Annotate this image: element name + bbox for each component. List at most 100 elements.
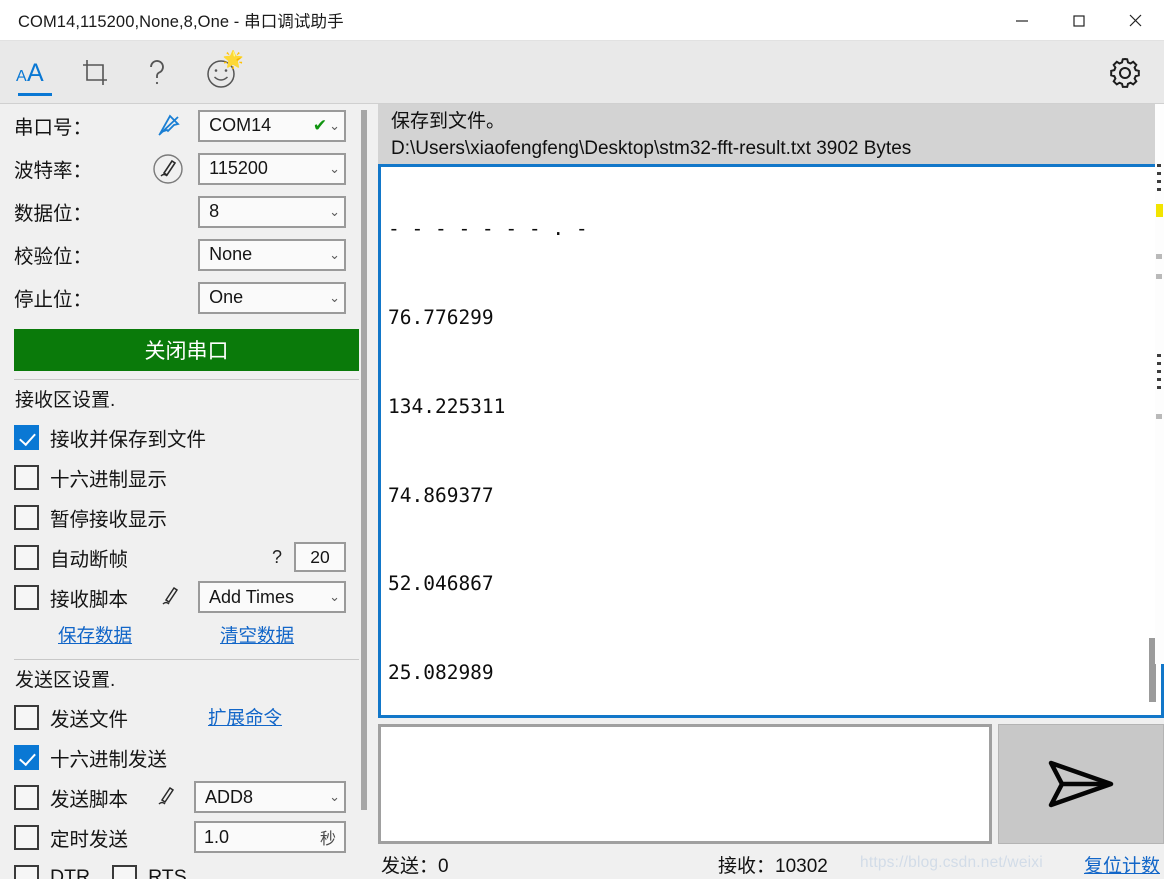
receive-links: 保存数据 清空数据 xyxy=(14,617,346,653)
checkbox-hex-display[interactable]: 十六进制显示 xyxy=(14,457,346,497)
checkbox-box[interactable] xyxy=(14,705,39,730)
close-button[interactable] xyxy=(1107,0,1164,41)
font-size-icon[interactable]: A A xyxy=(8,41,62,104)
receive-section-title: 接收区设置. xyxy=(15,385,346,412)
checkbox-auto-frame[interactable]: 自动断帧 ? 20 xyxy=(14,537,346,577)
receive-textarea[interactable]: - - - - - - - . - 76.776299 134.225311 7… xyxy=(378,164,1164,718)
send-script-value: ADD8 xyxy=(205,787,327,808)
toolbar: A A 🌟 xyxy=(0,41,1164,104)
sun-badge-icon: 🌟 xyxy=(223,51,244,68)
checkbox-box[interactable] xyxy=(14,785,39,810)
smiley-icon[interactable]: 🌟 xyxy=(192,41,250,104)
port-row: 串口号： COM14 ✔ ⌄ xyxy=(14,104,346,147)
checkbox-box[interactable] xyxy=(14,425,39,450)
chevron-down-icon: ⌄ xyxy=(329,789,340,805)
receive-partial-line: - - - - - - - . - xyxy=(388,214,1145,244)
checkbox-pause-display[interactable]: 暂停接收显示 xyxy=(14,497,346,537)
checkbox-timed-send[interactable]: 定时发送 1.0 秒 xyxy=(14,817,346,857)
pen-icon[interactable] xyxy=(144,584,198,610)
checkbox-rts[interactable] xyxy=(112,865,137,879)
checkbox-box[interactable] xyxy=(14,545,39,570)
databits-combo[interactable]: 8 ⌄ xyxy=(198,196,346,228)
send-script-combo[interactable]: ADD8 ⌄ xyxy=(194,781,346,813)
clear-data-link[interactable]: 清空数据 xyxy=(220,622,294,648)
checkbox-label: 定时发送 xyxy=(50,823,128,852)
save-data-link[interactable]: 保存数据 xyxy=(58,622,132,648)
timed-send-input[interactable]: 1.0 秒 xyxy=(194,821,346,853)
auto-frame-help-icon[interactable]: ? xyxy=(272,547,282,568)
pen-icon[interactable] xyxy=(138,151,198,187)
serial-debug-assistant-window: COM14,115200,None,8,One - 串口调试助手 A A xyxy=(0,0,1164,879)
checkbox-dtr[interactable] xyxy=(14,865,39,879)
databits-value: 8 xyxy=(209,201,327,222)
status-bar: 发送：0 接收：10302 https://blog.csdn.net/weix… xyxy=(378,849,1164,879)
dtr-label: DTR xyxy=(50,866,90,879)
svg-text:A: A xyxy=(27,59,44,87)
port-combo[interactable]: COM14 ✔ ⌄ xyxy=(198,110,346,142)
background-window-bleed xyxy=(1155,104,1164,664)
rts-label: RTS xyxy=(148,866,187,879)
checkbox-send-script[interactable]: 发送脚本 ADD8 ⌄ xyxy=(14,777,346,817)
port-value: COM14 xyxy=(209,115,311,136)
dtr-rts-row: DTR RTS xyxy=(14,857,346,879)
font-size-active-underline xyxy=(18,93,52,96)
sent-count: 发送：0 xyxy=(381,851,449,878)
save-status-text: 保存到文件。 xyxy=(391,108,1164,135)
checkbox-send-file[interactable]: 发送文件 扩展命令 xyxy=(14,697,346,737)
checkbox-box[interactable] xyxy=(14,745,39,770)
receive-script-combo[interactable]: Add Times ⌄ xyxy=(198,581,346,613)
checkbox-label: 发送脚本 xyxy=(50,783,128,812)
checkbox-hex-send[interactable]: 十六进制发送 xyxy=(14,737,346,777)
checkbox-box[interactable] xyxy=(14,465,39,490)
checkbox-label: 接收脚本 xyxy=(50,583,128,612)
maximize-button[interactable] xyxy=(1050,0,1107,41)
help-icon[interactable] xyxy=(130,41,184,104)
receive-line: 76.776299 xyxy=(388,303,1145,333)
gear-icon[interactable] xyxy=(1096,41,1154,104)
chevron-down-icon: ⌄ xyxy=(329,161,340,177)
sidebar-scrollbar[interactable] xyxy=(361,110,367,865)
baud-row: 波特率： 115200 ⌄ xyxy=(14,147,346,190)
chevron-down-icon: ⌄ xyxy=(329,247,340,263)
parity-combo[interactable]: None ⌄ xyxy=(198,239,346,271)
save-file-path-text: D:\Users\xiaofengfeng\Desktop\stm32-fft-… xyxy=(391,135,1164,162)
stopbits-combo[interactable]: One ⌄ xyxy=(198,282,346,314)
svg-text:A: A xyxy=(16,68,27,85)
chevron-down-icon: ⌄ xyxy=(329,290,340,306)
chevron-down-icon: ⌄ xyxy=(329,118,340,134)
title-bar: COM14,115200,None,8,One - 串口调试助手 xyxy=(0,0,1164,41)
receive-line: 74.869377 xyxy=(388,481,1145,511)
reset-counter-link[interactable]: 复位计数 xyxy=(1084,851,1160,878)
parity-label: 校验位： xyxy=(14,240,138,269)
checkbox-label: 自动断帧 xyxy=(50,543,128,572)
minimize-button[interactable] xyxy=(993,0,1050,41)
send-button[interactable] xyxy=(998,724,1164,844)
timed-send-unit: 秒 xyxy=(320,825,336,849)
crop-icon[interactable] xyxy=(68,41,122,104)
sidebar-scrollbar-thumb[interactable] xyxy=(361,110,367,810)
checkbox-box[interactable] xyxy=(14,825,39,850)
auto-frame-input[interactable]: 20 xyxy=(294,542,346,572)
receive-line: 52.046867 xyxy=(388,569,1145,599)
checkbox-box[interactable] xyxy=(14,585,39,610)
main-area: 保存到文件。 D:\Users\xiaofengfeng\Desktop\stm… xyxy=(378,104,1164,879)
stopbits-value: One xyxy=(209,287,327,308)
close-port-button[interactable]: 关闭串口 xyxy=(14,329,359,371)
checkbox-save-to-file[interactable]: 接收并保存到文件 xyxy=(14,417,346,457)
timed-send-value: 1.0 xyxy=(204,827,320,848)
pin-off-icon[interactable] xyxy=(138,112,198,140)
databits-row: 数据位： 8 ⌄ xyxy=(14,190,346,233)
window-title: COM14,115200,None,8,One - 串口调试助手 xyxy=(18,8,344,32)
stopbits-label: 停止位： xyxy=(14,283,138,312)
pen-icon[interactable] xyxy=(140,784,194,810)
receive-content: - - - - - - - . - 76.776299 134.225311 7… xyxy=(388,164,1145,718)
baud-combo[interactable]: 115200 ⌄ xyxy=(198,153,346,185)
checkbox-receive-script[interactable]: 接收脚本 Add Times ⌄ xyxy=(14,577,346,617)
checkbox-box[interactable] xyxy=(14,505,39,530)
port-label: 串口号： xyxy=(14,111,138,140)
checkbox-label: 十六进制显示 xyxy=(50,463,167,492)
baud-value: 115200 xyxy=(209,158,327,179)
send-input[interactable] xyxy=(378,724,992,844)
baud-label: 波特率： xyxy=(14,154,138,183)
extend-command-link[interactable]: 扩展命令 xyxy=(208,704,282,730)
